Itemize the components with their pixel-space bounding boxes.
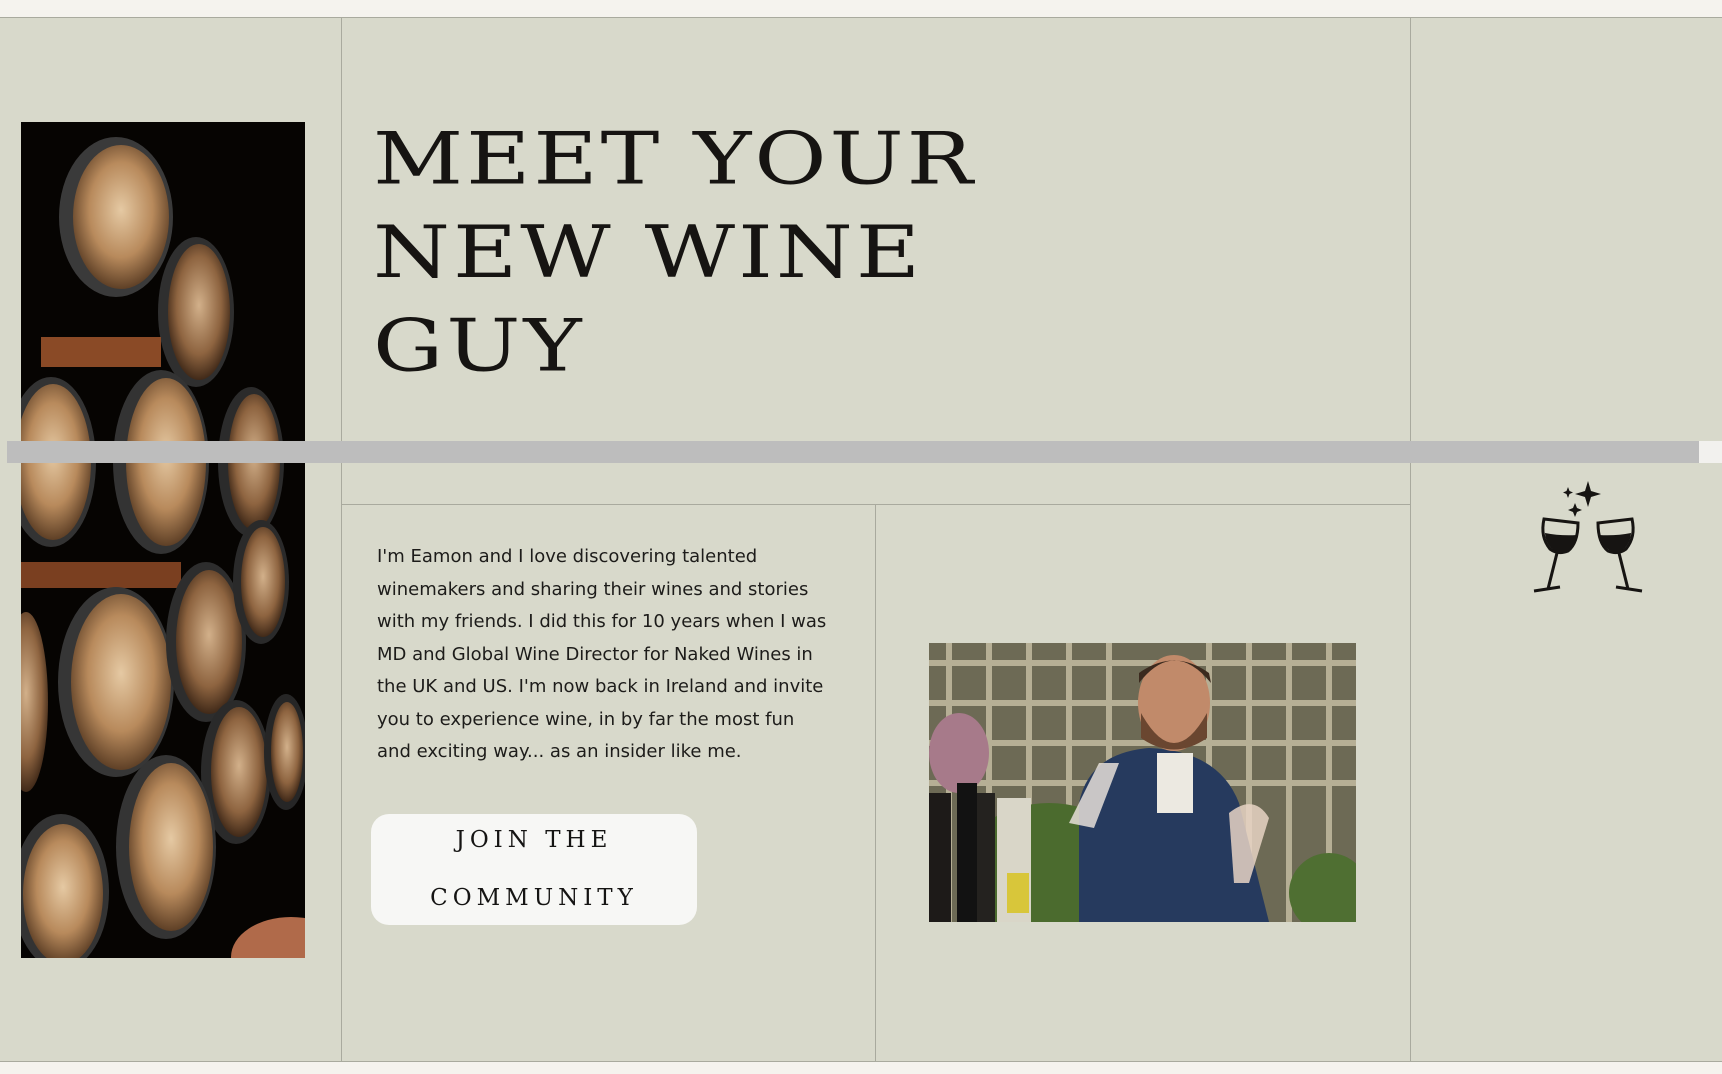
join-button-line-2: COMMUNITY — [430, 885, 638, 911]
page-title: MEET YOUR NEW WINE GUY — [373, 112, 1133, 392]
title-line-1: MEET YOUR — [373, 116, 976, 201]
grid-line-left — [341, 17, 342, 1061]
join-community-button[interactable]: JOIN THE COMMUNITY — [371, 814, 697, 925]
bottom-border — [0, 1061, 1722, 1062]
intro-paragraph: I'm Eamon and I love discovering talente… — [377, 546, 827, 762]
scrollbar-thumb[interactable] — [7, 441, 1699, 463]
scrollbar-track-end — [1699, 441, 1722, 463]
join-button-line-1: JOIN THE — [455, 827, 613, 853]
grid-line-right — [1410, 17, 1411, 1061]
wine-glasses-cheers-icon — [1530, 481, 1648, 601]
horizontal-scrollbar[interactable] — [7, 441, 1699, 463]
title-line-3: GUY — [373, 303, 585, 388]
title-line-2: NEW WINE — [373, 209, 924, 295]
grid-line-content-top — [341, 504, 1410, 505]
portrait-photo — [929, 643, 1356, 922]
wine-barrels-photo — [21, 122, 305, 958]
grid-line-middle — [875, 504, 876, 1061]
top-border — [0, 17, 1722, 18]
